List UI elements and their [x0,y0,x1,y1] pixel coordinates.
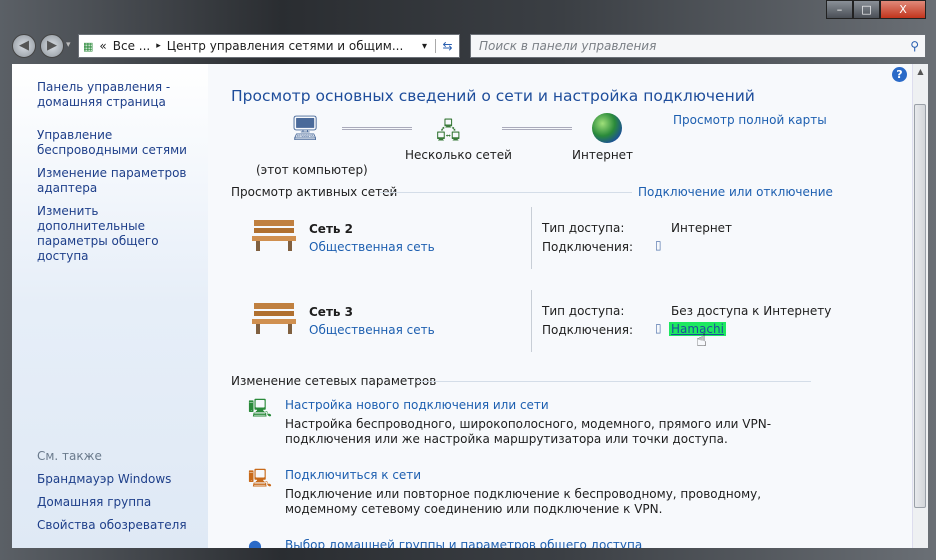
public-network-bench-icon [250,299,298,334]
network-type-link[interactable]: Общественная сеть [309,240,435,254]
map-networks-label[interactable]: Несколько сетей [405,148,512,162]
recent-pages-dropdown[interactable]: ▾ [66,40,71,50]
hand-cursor-icon: ☝ [696,330,707,351]
window-controls: – □ X [826,0,926,19]
close-button[interactable]: X [880,0,926,19]
search-icon[interactable]: ⚲ [910,35,919,57]
scrollbar-thumb[interactable] [914,104,926,508]
new-connection-icon: 🖳 [248,398,273,419]
forward-button[interactable]: ▶ [40,34,64,58]
sidebar-item-home[interactable]: Панель управления - домашняя страница [37,80,207,110]
computer-icon: 🖥 [290,114,321,142]
map-computer-label: (этот компьютер) [256,163,368,177]
sidebar-item-wireless[interactable]: Управление беспроводными сетями [37,128,207,158]
breadcrumb-current[interactable]: Центр управления сетями и общим... [167,39,404,53]
connect-network-icon: 🖳 [248,468,273,489]
sidebar-item-adapter[interactable]: Изменение параметров адаптера [37,166,187,196]
sidebar-item-internet-options[interactable]: Свойства обозревателя [37,518,187,533]
search-input[interactable]: Поиск в панели управления ⚲ [470,34,926,58]
adapter-icon[interactable]: ▯ [655,321,662,335]
network-name: Сеть 3 [309,305,354,319]
maximize-button[interactable]: □ [853,0,880,19]
divider [531,290,532,352]
divider [416,381,811,382]
sidebar: Панель управления - домашняя страница Уп… [12,64,208,548]
networks-icon: 🖧 [436,119,461,144]
connect-disconnect-link[interactable]: Подключение или отключение [638,185,833,199]
full-map-link[interactable]: Просмотр полной карты [673,113,827,127]
breadcrumb-overflow[interactable]: « [99,39,106,53]
task-description: Настройка беспроводного, широкополосного… [285,417,772,446]
access-type-value: Без доступа к Интернету [671,304,832,318]
breadcrumb-all[interactable]: Все ... [113,39,150,53]
breadcrumb-separator[interactable]: ▸ [156,41,161,51]
network-icon: ▦ [83,39,94,53]
active-networks-header: Просмотр активных сетей [231,185,398,199]
back-button[interactable]: ◀ [12,34,36,58]
adapter-icon[interactable]: ▯ [655,238,662,252]
network-name: Сеть 2 [309,222,354,236]
setup-connection-link[interactable]: Настройка нового подключения или сети [285,398,549,412]
page-title: Просмотр основных сведений о сети и наст… [231,87,755,105]
main-panel: ? Просмотр основных сведений о сети и на… [208,64,912,548]
scroll-up-arrow[interactable]: ▲ [913,67,928,76]
connection-line [502,127,572,130]
sidebar-item-homegroup[interactable]: Домашняя группа [37,495,151,510]
connection-line [342,127,412,130]
map-internet-label: Интернет [572,148,634,162]
address-dropdown[interactable]: ▾ [422,41,427,52]
sidebar-item-sharing[interactable]: Изменить дополнительные параметры общего… [37,204,207,264]
connect-network-link[interactable]: Подключиться к сети [285,468,421,482]
change-settings-header: Изменение сетевых параметров [231,374,437,388]
public-network-bench-icon [250,216,298,251]
content-area: Панель управления - домашняя страница Уп… [12,64,928,548]
connections-label: Подключения: [542,323,634,337]
help-icon[interactable]: ? [892,67,907,82]
divider [380,192,632,193]
minimize-button[interactable]: – [826,0,853,19]
network-type-link[interactable]: Общественная сеть [309,323,435,337]
access-type-value: Интернет [671,221,733,235]
address-bar[interactable]: ▦ « Все ... ▸ Центр управления сетями и … [78,34,460,58]
homegroup-link[interactable]: Выбор домашней группы и параметров общег… [285,538,642,548]
sidebar-item-firewall[interactable]: Брандмауэр Windows [37,472,171,487]
see-also-label: См. также [37,449,102,463]
access-type-label: Тип доступа: [542,221,625,235]
connections-label: Подключения: [542,240,634,254]
homegroup-icon: ● [248,536,262,548]
globe-icon [592,113,622,143]
task-description: Подключение или повторное подключение к … [285,487,762,516]
refresh-icon[interactable]: ⇆ [435,39,459,53]
access-type-label: Тип доступа: [542,304,625,318]
divider [531,207,532,269]
